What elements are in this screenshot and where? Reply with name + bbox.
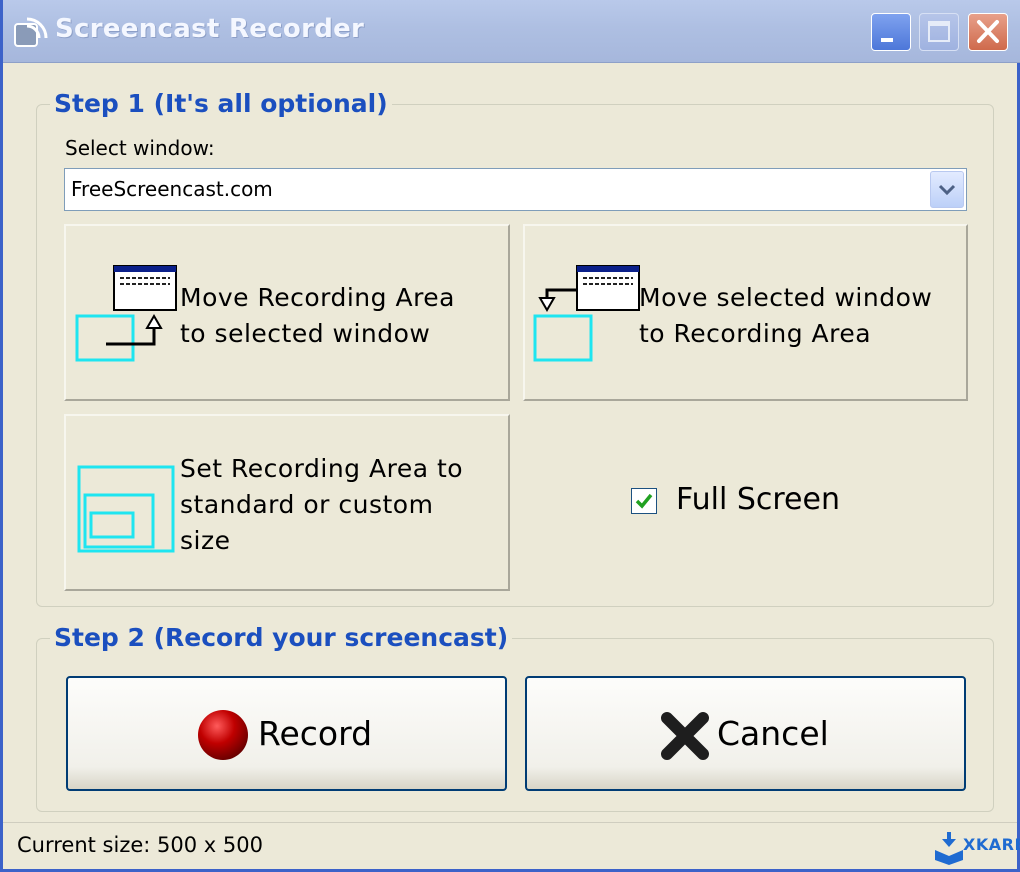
watermark-logo-icon <box>935 832 963 865</box>
set-area-size-text: Set Recording Area to standard or custom… <box>180 451 463 559</box>
tile-line: standard or custom <box>180 490 434 519</box>
chevron-down-icon <box>938 184 956 196</box>
record-icon <box>198 710 248 760</box>
select-window-dropdown[interactable]: FreeScreencast.com <box>64 168 967 211</box>
minimize-button[interactable] <box>871 13 911 51</box>
checkmark-icon <box>635 493 653 509</box>
close-icon <box>977 20 999 43</box>
minimize-icon <box>881 38 893 42</box>
move-area-to-window-button[interactable]: Move Recording Area to selected window <box>64 224 510 401</box>
dropdown-button[interactable] <box>930 171 964 208</box>
tile-line: size <box>180 526 231 555</box>
watermark-text: XKARE <box>963 835 1020 854</box>
move-window-to-area-button[interactable]: Move selected window to Recording Area <box>523 224 968 401</box>
tile-line: to Recording Area <box>639 319 872 348</box>
tile-line: to selected window <box>180 319 431 348</box>
title-bar[interactable]: Screencast Recorder <box>3 0 1020 63</box>
cancel-x-icon <box>661 712 709 760</box>
move-window-to-area-text: Move selected window to Recording Area <box>639 280 932 352</box>
app-icon <box>14 17 48 47</box>
tile-line: Move selected window <box>639 283 933 312</box>
window-title: Screencast Recorder <box>55 14 365 44</box>
cancel-label: Cancel <box>717 714 829 753</box>
maximize-icon <box>928 21 950 42</box>
record-label: Record <box>258 714 373 753</box>
move-area-to-window-icon <box>75 265 177 362</box>
current-size-text: Current size: 500 x 500 <box>17 833 263 857</box>
fullscreen-label[interactable]: Full Screen <box>676 482 840 517</box>
maximize-button[interactable] <box>919 13 959 51</box>
step1-title: Step 1 (It's all optional) <box>50 89 392 118</box>
move-window-to-area-icon <box>533 265 640 362</box>
step2-title: Step 2 (Record your screencast) <box>50 623 513 652</box>
select-window-label: Select window: <box>65 136 215 160</box>
status-bar: Current size: 500 x 500 XKARE <box>3 822 1020 870</box>
area-size-icon <box>77 465 175 553</box>
tile-line: Move Recording Area <box>180 283 456 312</box>
record-button[interactable]: Record <box>66 676 507 791</box>
fullscreen-checkbox[interactable] <box>631 488 657 514</box>
move-area-to-window-text: Move Recording Area to selected window <box>180 280 455 352</box>
tile-line: Set Recording Area to <box>180 454 464 483</box>
set-area-size-button[interactable]: Set Recording Area to standard or custom… <box>64 414 510 591</box>
app-window: Screencast Recorder Step 1 (It's all opt… <box>0 0 1020 872</box>
select-window-value: FreeScreencast.com <box>71 177 273 201</box>
cancel-button[interactable]: Cancel <box>525 676 966 791</box>
close-button[interactable] <box>968 13 1008 51</box>
